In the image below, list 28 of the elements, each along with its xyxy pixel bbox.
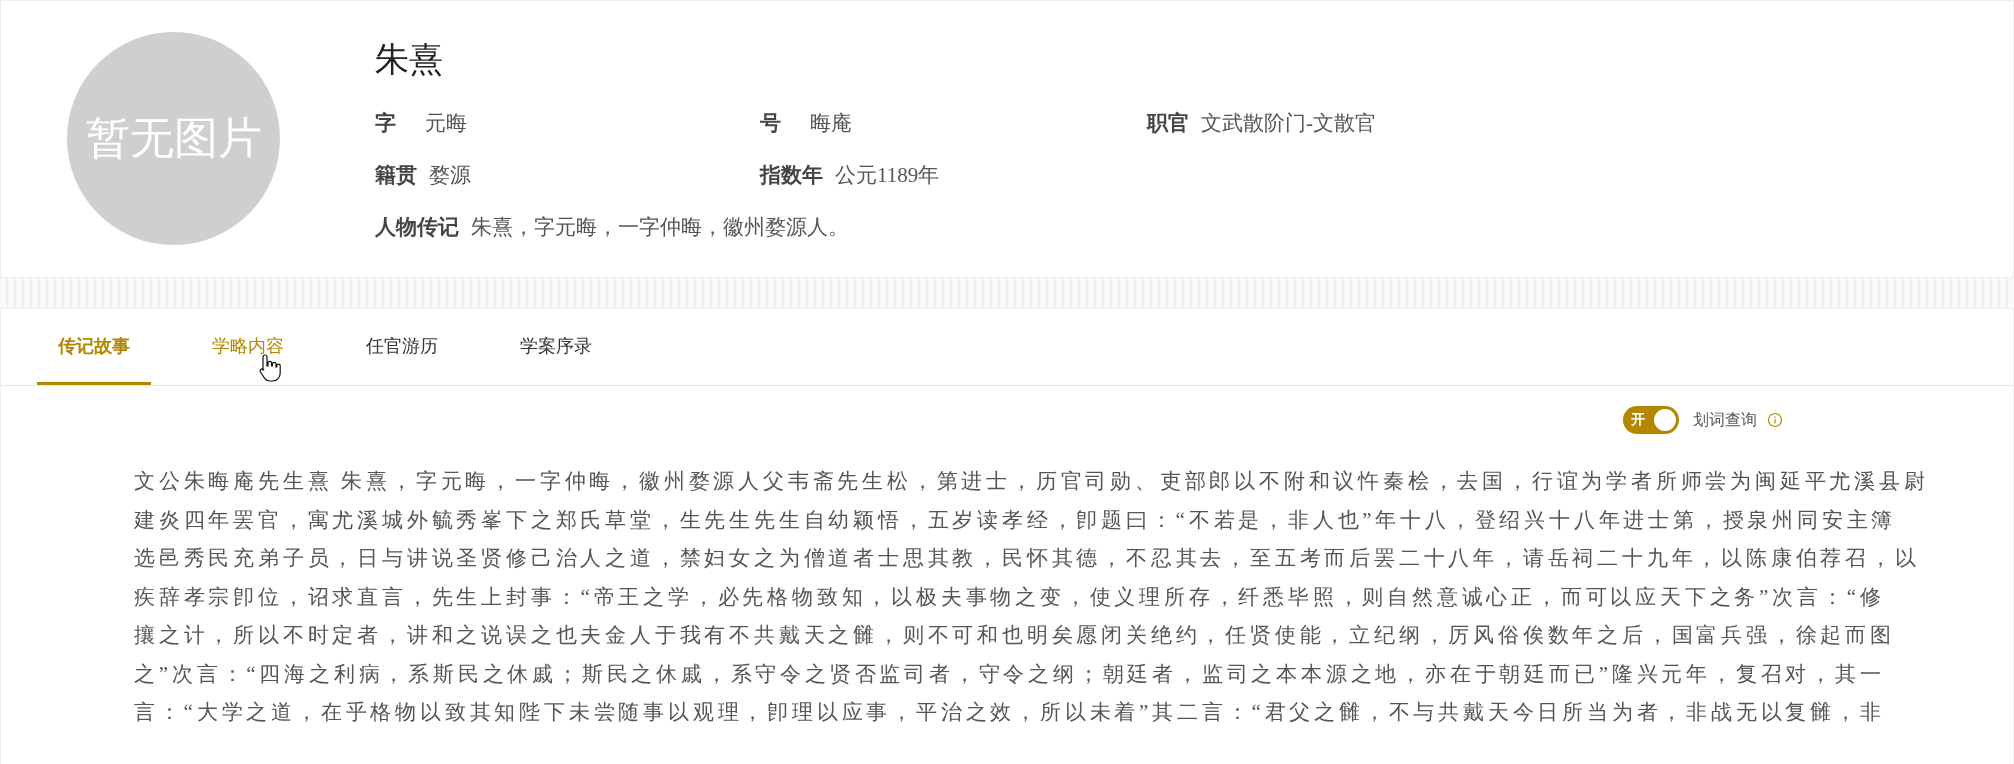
field-value: 婺源 <box>429 162 471 189</box>
toggle-switch[interactable]: 开 <box>1623 406 1679 434</box>
field-label: 籍贯 <box>375 162 417 189</box>
field-value: 公元1189年 <box>835 162 940 189</box>
field-value: 元晦 <box>425 110 467 137</box>
toggle-label: 划词查询 <box>1693 409 1757 431</box>
text-line: 文公朱晦庵先生熹 朱熹，字元晦，一字仲晦，徽州婺源人父韦斋先生松，第进士，历官司勋、吏部郎以不附和议忤秦桧，去国，行谊为学者所师尝为闽延平尤溪县尉 <box>134 468 1930 495</box>
tab[interactable]: 传记故事 <box>37 309 151 385</box>
text-line: 选邑秀民充弟子员，日与讲说圣贤修己治人之道，禁妇女之为僧道者士思其教，民怀其德，不忍其去，至五考而后罢二十八年，请岳祠二十九年，以陈康伯荐召，以 <box>134 545 1921 572</box>
text-line: 建炎四年罢官，寓尤溪城外毓秀峯下之郑氏草堂，生先生先生自幼颖悟，五岁读孝经，卽题曰：“不若是，非人也”年十八，登绍兴十八年进士第，授泉州同安主簿 <box>134 506 1898 534</box>
field-value: 文武散阶门-文散官 <box>1201 110 1376 137</box>
tab[interactable]: 任官游历 <box>345 309 459 385</box>
tab[interactable]: 学案序录 <box>499 309 613 385</box>
field-label: 指数年 <box>760 162 823 189</box>
field-value: 朱熹，字元晦，一字仲晦，徽州婺源人。 <box>471 214 849 241</box>
field-value: 晦庵 <box>810 110 852 137</box>
text-line: 疾辞孝宗卽位，诏求直言，先生上封事：“帝王之学，必先格物致知，以极夫事物之变，使义理所存，纤悉毕照，则自然意诚心正，而可以应天下之务”次言：“修 <box>134 583 1886 611</box>
field-label: 职官 <box>1147 110 1189 137</box>
person-name: 朱熹 <box>375 40 444 80</box>
field-label: 号 <box>760 110 782 137</box>
field-label: 字 <box>375 110 397 137</box>
text-line: 攘之计，所以不时定者，讲和之说误之也夫金人于我有不共戴天之雠，则不可和也明矣愿闭关绝约，任贤使能，立纪纲，厉风俗俟数年之后，国富兵强，徐起而图 <box>134 622 1896 649</box>
text-line: 之”次言：“四海之利病，系斯民之休戚；斯民之休戚，系守令之贤否监司者，守令之纲；朝廷者，监司之本本源之地，亦在于朝廷而已”隆兴元年，复召对，其一 <box>134 660 1886 688</box>
text-line: 言：“大学之道，在乎格物以致其知陛下未尝随事以观理，卽理以应事，平治之效，所以未着”其二言：“君父之雠，不与共戴天今日所当为者，非战无以复雠，非 <box>134 699 1886 726</box>
info-icon <box>1767 412 1783 428</box>
hand-cursor-icon <box>259 353 281 383</box>
field-label: 人物传记 <box>375 214 459 241</box>
tab[interactable]: 学略内容 <box>191 309 305 385</box>
